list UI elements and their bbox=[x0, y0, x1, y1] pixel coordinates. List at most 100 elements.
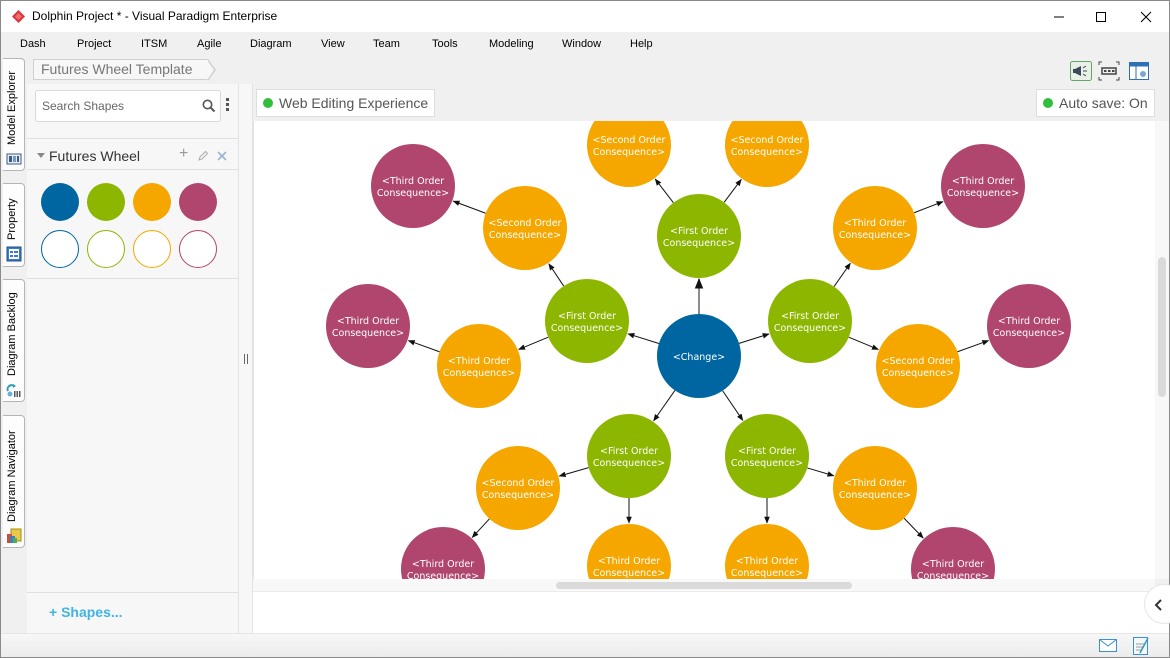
collapse-panel-button[interactable] bbox=[1144, 584, 1170, 624]
splitter-grip-icon[interactable] bbox=[244, 354, 248, 364]
first-order-node[interactable]: <First OrderConsequence> bbox=[545, 279, 629, 363]
first-order-node[interactable]: <First OrderConsequence> bbox=[768, 279, 852, 363]
tab-property[interactable]: Property bbox=[3, 183, 25, 267]
menu-window[interactable]: Window bbox=[562, 38, 601, 50]
futures-wheel-diagram[interactable]: <Change><First OrderConsequence><First O… bbox=[254, 121, 1155, 579]
web-editing-experience-badge[interactable]: Web Editing Experience bbox=[256, 89, 436, 117]
swatch-outline[interactable] bbox=[87, 230, 125, 268]
connector-arrow[interactable] bbox=[848, 336, 879, 350]
second-order-node[interactable]: <Second OrderConsequence> bbox=[476, 446, 560, 530]
close-button[interactable] bbox=[1123, 1, 1169, 32]
change-node[interactable]: <Change> bbox=[657, 314, 741, 398]
node-label: <Third Order bbox=[998, 316, 1060, 327]
third-order-node[interactable]: <Third OrderConsequence> bbox=[587, 524, 671, 579]
node-label: <Third Order bbox=[598, 556, 660, 567]
swatch-filled[interactable] bbox=[133, 183, 171, 221]
swatch-outline[interactable] bbox=[41, 230, 79, 268]
connector-arrow[interactable] bbox=[807, 467, 835, 477]
swatch-filled[interactable] bbox=[87, 183, 125, 221]
third-order-node[interactable]: <Third OrderConsequence> bbox=[987, 284, 1071, 368]
diagram-canvas[interactable]: <Change> <First Order Consequence> <First O… bbox=[253, 121, 1155, 579]
search-icon[interactable] bbox=[202, 99, 216, 113]
first-order-node[interactable]: <First OrderConsequence> bbox=[725, 414, 809, 498]
swatch-filled[interactable] bbox=[179, 183, 217, 221]
layout-panel-icon[interactable] bbox=[1128, 61, 1150, 81]
swatch-outline[interactable] bbox=[133, 230, 171, 268]
collapse-caret-icon[interactable] bbox=[37, 153, 45, 158]
menu-tools[interactable]: Tools bbox=[432, 38, 458, 50]
vertical-scrollbar-thumb[interactable] bbox=[1158, 257, 1166, 397]
connector-arrow[interactable] bbox=[913, 201, 944, 214]
menu-view[interactable]: View bbox=[321, 38, 345, 50]
third-order-node[interactable]: <Third OrderConsequence> bbox=[833, 186, 917, 270]
connector-arrow[interactable] bbox=[654, 178, 674, 204]
remove-category-icon[interactable] bbox=[217, 151, 227, 161]
menu-help[interactable]: Help bbox=[630, 38, 653, 50]
connector-arrow[interactable] bbox=[471, 518, 490, 538]
minimize-button[interactable] bbox=[1036, 1, 1082, 32]
node-label: <First Order bbox=[558, 311, 616, 322]
connector-arrow[interactable] bbox=[407, 340, 440, 353]
panel-splitter[interactable] bbox=[239, 84, 253, 633]
search-shapes-input[interactable] bbox=[42, 98, 192, 114]
node-label: Consequence> bbox=[593, 147, 665, 158]
divider bbox=[27, 138, 239, 139]
connector-arrow[interactable] bbox=[653, 390, 676, 422]
connector-arrow[interactable] bbox=[558, 467, 589, 478]
tab-diagram-backlog[interactable]: Diagram Backlog bbox=[3, 279, 25, 402]
vertical-scrollbar[interactable] bbox=[1155, 121, 1169, 579]
breadcrumb[interactable]: Futures Wheel Template bbox=[33, 59, 217, 81]
tab-model-explorer[interactable]: Model Explorer bbox=[3, 58, 25, 171]
horizontal-scrollbar[interactable] bbox=[253, 579, 1155, 591]
add-icon[interactable]: + bbox=[179, 145, 188, 163]
third-order-node[interactable]: <Third OrderConsequence> bbox=[941, 144, 1025, 228]
connector-arrow[interactable] bbox=[452, 200, 486, 214]
second-order-node[interactable]: <Second OrderConsequence> bbox=[876, 324, 960, 408]
menu-agile[interactable]: Agile bbox=[197, 38, 221, 50]
autosave-badge[interactable]: Auto save: On bbox=[1036, 89, 1155, 117]
menu-dash[interactable]: Dash bbox=[20, 38, 46, 50]
horizontal-scrollbar-thumb[interactable] bbox=[556, 582, 852, 589]
connector-arrow[interactable] bbox=[548, 263, 565, 287]
second-order-node[interactable]: <Second OrderConsequence> bbox=[587, 121, 671, 187]
fit-diagram-icon[interactable] bbox=[1098, 61, 1120, 81]
swatch-outline[interactable] bbox=[179, 230, 217, 268]
second-order-node[interactable]: <Second OrderConsequence> bbox=[725, 121, 809, 187]
first-order-node[interactable]: <First OrderConsequence> bbox=[657, 194, 741, 278]
third-order-node[interactable]: <Third OrderConsequence> bbox=[437, 324, 521, 408]
mail-icon[interactable] bbox=[1099, 639, 1117, 652]
connector-arrow[interactable] bbox=[738, 333, 770, 344]
menu-team[interactable]: Team bbox=[373, 38, 400, 50]
connector-arrow[interactable] bbox=[833, 262, 851, 287]
connector-arrow[interactable] bbox=[723, 178, 742, 203]
visual-paradigm-logo-icon bbox=[12, 10, 25, 23]
announcement-icon[interactable] bbox=[1070, 61, 1092, 81]
third-order-node[interactable]: <Third OrderConsequence> bbox=[401, 527, 485, 579]
second-order-node[interactable]: <Second OrderConsequence> bbox=[483, 186, 567, 270]
maximize-button[interactable] bbox=[1078, 1, 1124, 32]
menu-modeling[interactable]: Modeling bbox=[489, 38, 534, 50]
menu-itsm[interactable]: ITSM bbox=[141, 38, 167, 50]
third-order-node[interactable]: <Third OrderConsequence> bbox=[326, 284, 410, 368]
menu-diagram[interactable]: Diagram bbox=[250, 38, 292, 50]
node-label: Consequence> bbox=[332, 328, 404, 339]
connector-arrow[interactable] bbox=[518, 336, 549, 350]
connector-arrow[interactable] bbox=[627, 333, 660, 344]
node-label: Consequence> bbox=[947, 188, 1019, 199]
connector-arrow[interactable] bbox=[957, 340, 990, 353]
first-order-node[interactable]: <First OrderConsequence> bbox=[587, 414, 671, 498]
third-order-node[interactable]: <Third OrderConsequence> bbox=[911, 527, 995, 579]
connector-arrow[interactable] bbox=[722, 390, 744, 422]
connector-arrow[interactable] bbox=[903, 517, 924, 539]
add-shapes-link[interactable]: + Shapes... bbox=[49, 604, 123, 620]
more-options-icon[interactable] bbox=[226, 98, 230, 114]
third-order-node[interactable]: <Third OrderConsequence> bbox=[725, 524, 809, 579]
swatch-filled[interactable] bbox=[41, 183, 79, 221]
menu-project[interactable]: Project bbox=[77, 38, 111, 50]
notes-icon[interactable] bbox=[1133, 636, 1150, 655]
third-order-node[interactable]: <Third OrderConsequence> bbox=[833, 446, 917, 530]
category-header-futures-wheel[interactable]: Futures Wheel + bbox=[27, 141, 239, 169]
edit-pencil-icon[interactable] bbox=[197, 150, 209, 162]
third-order-node[interactable]: <Third OrderConsequence> bbox=[371, 144, 455, 228]
tab-diagram-navigator[interactable]: Diagram Navigator bbox=[3, 415, 25, 548]
